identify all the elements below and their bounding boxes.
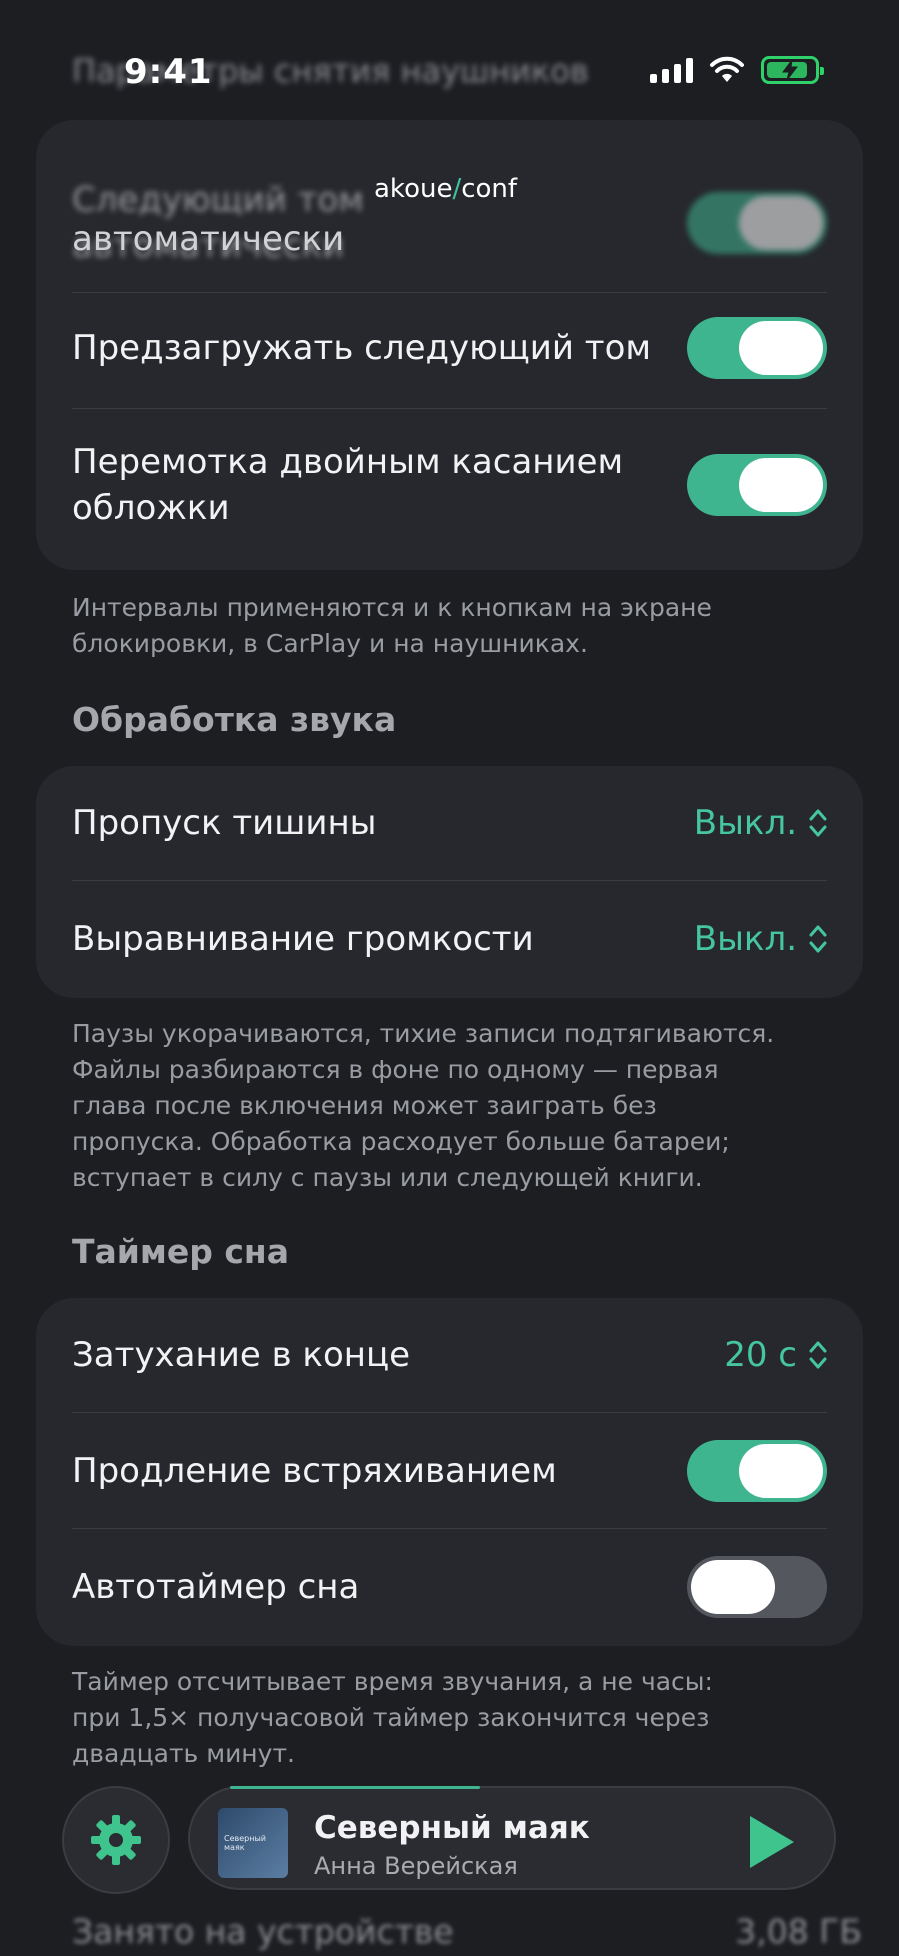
storage-label: Занято на устройстве [72, 1912, 454, 1951]
audio-processing-card: Пропуск тишины Выкл. Выравнивание громко… [36, 766, 863, 998]
gear-icon [91, 1815, 141, 1865]
silence-skip-value[interactable]: Выкл. [694, 803, 827, 843]
divider [72, 1412, 827, 1413]
preload-next-volume-toggle[interactable] [687, 317, 827, 379]
volume-leveling-value[interactable]: Выкл. [694, 919, 827, 959]
auto-next-volume-toggle[interactable] [687, 192, 827, 254]
storage-value: 3,08 ГБ [735, 1912, 862, 1951]
volume-leveling-row[interactable]: Выравнивание громкости Выкл. [72, 904, 827, 974]
play-icon[interactable] [750, 1816, 794, 1868]
volume-leveling-label: Выравнивание громкости [72, 919, 534, 959]
section-title-audio: Обработка звука [72, 700, 397, 739]
fade-out-label: Затухание в конце [72, 1335, 411, 1375]
storage-row: Занято на устройстве 3,08 ГБ [72, 1912, 862, 1951]
intervals-footnote: Интервалы применяются и к кнопкам на экр… [72, 593, 712, 658]
shake-extend-row[interactable]: Продление встряхиванием [72, 1436, 827, 1506]
silence-skip-row[interactable]: Пропуск тишины Выкл. [72, 788, 827, 858]
shake-extend-toggle[interactable] [687, 1440, 827, 1502]
sleep-timer-footnote: Таймер отсчитывает время звучания, а не … [72, 1667, 713, 1768]
divider [72, 1528, 827, 1529]
silence-skip-label: Пропуск тишины [72, 803, 377, 843]
status-icons [650, 56, 824, 84]
auto-sleep-timer-row[interactable]: Автотаймер сна [72, 1552, 827, 1622]
status-time: 9:41 [124, 52, 213, 92]
mini-player[interactable]: Северный маяк Северный маяк Анна Верейск… [188, 1786, 836, 1890]
status-bar: Параметры снятия наушников 9:41 [0, 0, 899, 150]
preload-next-volume-label: Предзагружать следующий том [72, 328, 652, 368]
auto-next-volume-label-visible: автоматически [72, 219, 345, 259]
signal-icon [650, 57, 693, 83]
fade-out-row[interactable]: Затухание в конце 20 с [72, 1320, 827, 1390]
wifi-icon [710, 56, 744, 82]
settings-button[interactable] [62, 1786, 170, 1894]
audio-footnote: Паузы укорачиваются, тихие записи подтяг… [72, 1019, 775, 1192]
mini-player-author: Анна Верейская [314, 1852, 518, 1880]
divider [72, 408, 827, 409]
shake-extend-label: Продление встряхиванием [72, 1451, 557, 1491]
mini-player-title: Северный маяк [314, 1810, 590, 1846]
preload-next-volume-row[interactable]: Предзагружать следующий том [72, 308, 827, 388]
watermark: akoue/conf [374, 174, 518, 204]
chevron-updown-icon [809, 1339, 827, 1371]
divider [72, 880, 827, 881]
auto-sleep-timer-toggle[interactable] [687, 1556, 827, 1618]
auto-sleep-timer-label: Автотаймер сна [72, 1567, 360, 1607]
battery-charging-icon [761, 56, 824, 84]
chevron-updown-icon [809, 923, 827, 955]
double-tap-rewind-label: Перемотка двойным касанием обложки [72, 442, 624, 528]
divider [72, 292, 827, 293]
section-title-sleep-timer: Таймер сна [72, 1232, 289, 1271]
chevron-updown-icon [809, 807, 827, 839]
book-cover: Северный маяк [218, 1808, 288, 1878]
fade-out-value[interactable]: 20 с [724, 1335, 827, 1375]
mini-player-progress [230, 1786, 480, 1789]
sleep-timer-card: Затухание в конце 20 с Продление встряхи… [36, 1298, 863, 1646]
double-tap-rewind-row[interactable]: Перемотка двойным касанием обложки [72, 420, 827, 550]
double-tap-rewind-toggle[interactable] [687, 454, 827, 516]
